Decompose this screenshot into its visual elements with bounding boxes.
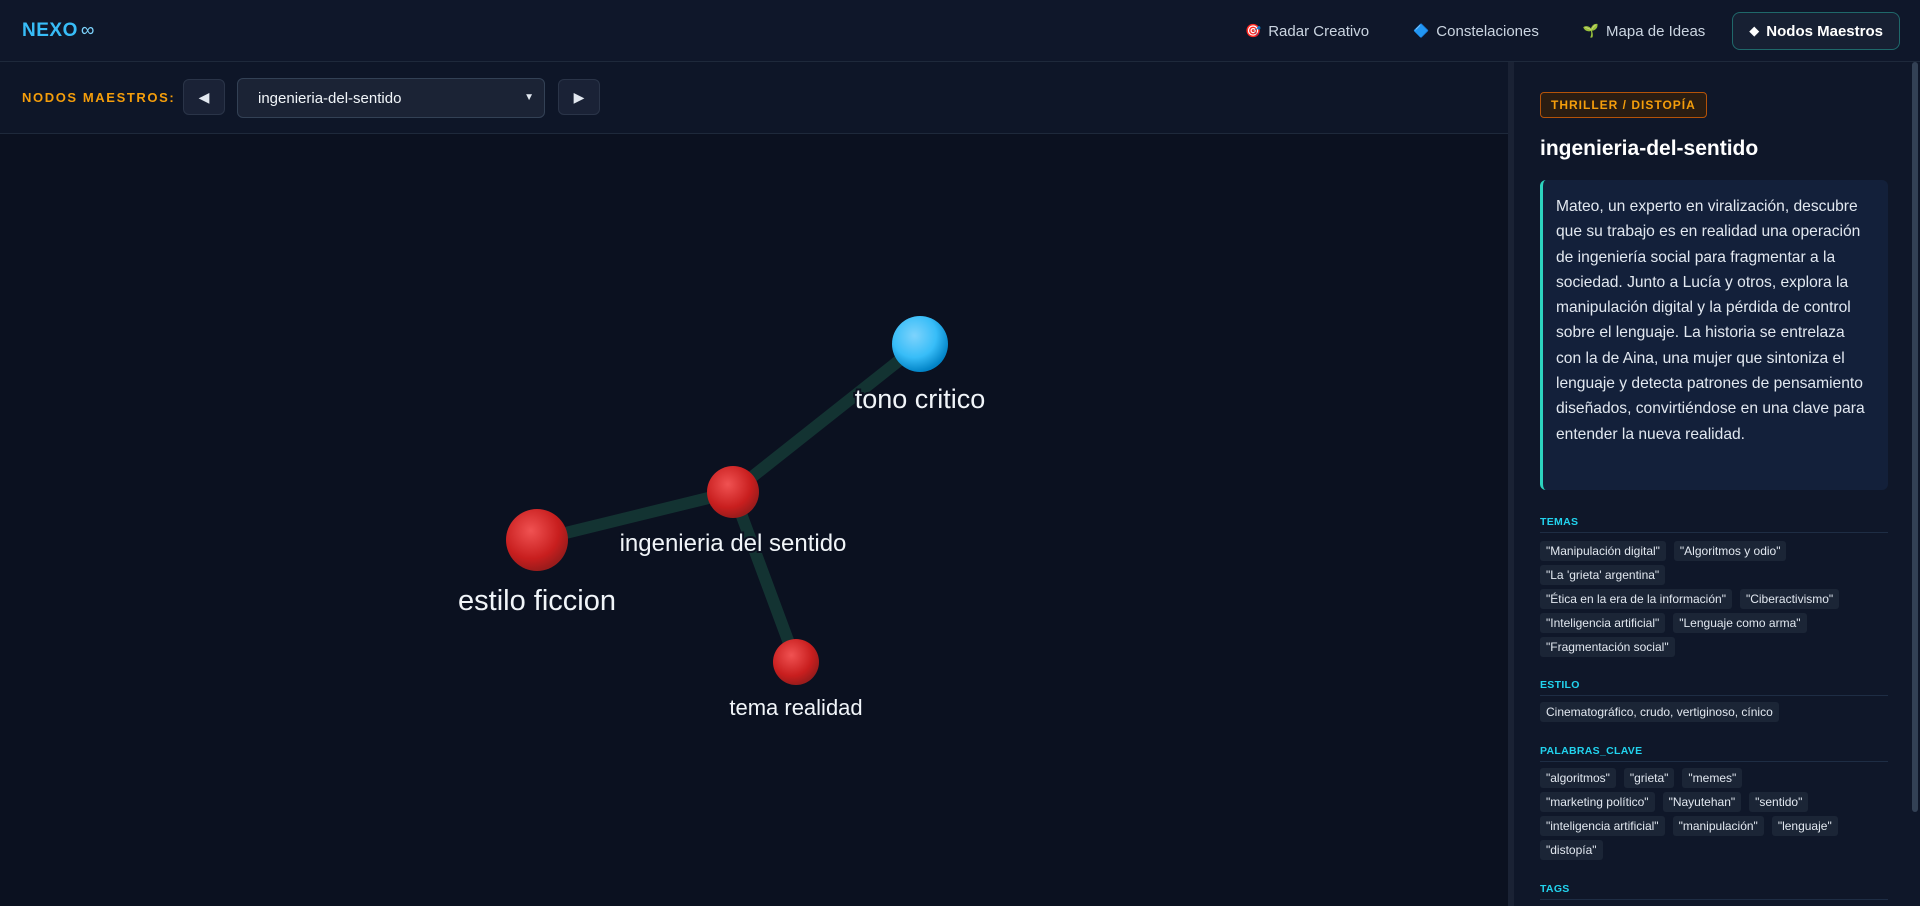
infinity-icon: ∞ xyxy=(80,20,95,41)
tema-chip: "Inteligencia artificial" xyxy=(1540,613,1666,633)
keyword-chip: "Nayutehan" xyxy=(1662,792,1742,812)
node-select-value: ingenieria-del-sentido xyxy=(258,89,402,107)
graph-node-estilo-ficcion[interactable] xyxy=(506,509,568,571)
keyword-chip: "sentido" xyxy=(1749,792,1809,812)
tema-chip: "Lenguaje como arma" xyxy=(1673,613,1807,633)
keyword-chip: "algoritmos" xyxy=(1540,768,1616,788)
chevron-down-icon: ▼ xyxy=(524,92,534,103)
estilo-chip-list: Cinematográfico, crudo, vertiginoso, cín… xyxy=(1540,702,1900,722)
toolbar-label: NODOS MAESTROS: xyxy=(22,90,176,105)
graph-edge xyxy=(727,338,926,498)
section-title-tags: TAGS xyxy=(1540,883,1888,900)
section-title-estilo: ESTILO xyxy=(1540,679,1888,696)
nav-nodos-maestros[interactable]: ◆ Nodos Maestros xyxy=(1732,12,1900,50)
nav-label: Constelaciones xyxy=(1436,22,1539,40)
logo-text: NEXO xyxy=(22,20,78,41)
nav-label: Radar Creativo xyxy=(1268,22,1370,40)
node-title: ingenieria-del-sentido xyxy=(1540,137,1759,160)
nav-label: Mapa de Ideas xyxy=(1606,22,1706,40)
graph-label-estilo-ficcion: estilo ficcion xyxy=(458,585,616,617)
keyword-chip: "marketing político" xyxy=(1540,792,1655,812)
top-navbar: NEXO ∞ 🎯 Radar Creativo 🔷 Constelaciones … xyxy=(0,0,1920,62)
graph-node-tono-critico[interactable] xyxy=(892,316,948,372)
section-title-palabras-clave: PALABRAS_CLAVE xyxy=(1540,745,1888,762)
keyword-chip: "grieta" xyxy=(1623,768,1675,788)
seedling-icon: 🌱 xyxy=(1582,23,1600,38)
genre-badge: THRILLER / DISTOPÍA xyxy=(1540,92,1707,118)
nav-mapa-de-ideas[interactable]: 🌱 Mapa de Ideas xyxy=(1566,12,1722,50)
panel-scrollbar[interactable] xyxy=(1912,62,1918,812)
graph-label-tema-realidad: tema realidad xyxy=(729,695,862,720)
graph-edge xyxy=(727,486,802,668)
diamond-small-icon: ◆ xyxy=(1749,23,1760,38)
app-logo[interactable]: NEXO ∞ xyxy=(22,20,95,42)
next-node-button[interactable]: ▶ xyxy=(558,79,600,115)
keyword-chip: "lenguaje" xyxy=(1771,816,1838,836)
tema-chip: "Ciberactivismo" xyxy=(1739,589,1840,609)
nav-constelaciones[interactable]: 🔷 Constelaciones xyxy=(1396,12,1556,50)
keyword-chip: "memes" xyxy=(1682,768,1743,788)
tema-chip: "La 'grieta' argentina" xyxy=(1540,565,1666,585)
tema-chip: "Fragmentación social" xyxy=(1540,637,1675,657)
graph-label-ingenieria-del-sentido: ingenieria del sentido xyxy=(620,530,847,557)
nav-radar-creativo[interactable]: 🎯 Radar Creativo xyxy=(1228,12,1386,50)
graph-node-ingenieria-del-sentido[interactable] xyxy=(707,466,759,518)
node-synopsis: Mateo, un experto en viralización, descu… xyxy=(1540,180,1888,490)
target-icon: 🎯 xyxy=(1245,23,1262,38)
keyword-chip: "manipulación" xyxy=(1672,816,1764,836)
tema-chip: "Manipulación digital" xyxy=(1540,541,1666,561)
master-nodes-toolbar: NODOS MAESTROS: ◀ ingenieria-del-sentido… xyxy=(0,62,1508,134)
main-nav: 🎯 Radar Creativo 🔷 Constelaciones 🌱 Mapa… xyxy=(1228,12,1900,50)
node-select[interactable]: ingenieria-del-sentido ▼ xyxy=(237,78,545,118)
graph-svg[interactable]: tono critico ingenieria del sentido esti… xyxy=(0,134,1508,906)
palabras-clave-chip-list: "algoritmos" "grieta" "memes" "marketing… xyxy=(1540,768,1900,860)
temas-chip-list: "Manipulación digital" "Algoritmos y odi… xyxy=(1540,541,1900,657)
prev-node-button[interactable]: ◀ xyxy=(183,79,225,115)
node-detail-panel: THRILLER / DISTOPÍA ingenieria-del-senti… xyxy=(1514,62,1920,906)
graph-label-tono-critico: tono critico xyxy=(855,384,986,414)
keyword-chip: "distopía" xyxy=(1540,840,1603,860)
tema-chip: "Algoritmos y odio" xyxy=(1673,541,1787,561)
tema-chip: "Ética en la era de la información" xyxy=(1540,589,1732,609)
graph-canvas[interactable]: tono critico ingenieria del sentido esti… xyxy=(0,134,1508,906)
graph-node-tema-realidad[interactable] xyxy=(773,639,819,685)
section-title-temas: TEMAS xyxy=(1540,516,1888,533)
nav-label: Nodos Maestros xyxy=(1766,22,1883,40)
keyword-chip: "inteligencia artificial" xyxy=(1540,816,1665,836)
diamond-icon: 🔷 xyxy=(1413,23,1430,38)
estilo-chip: Cinematográfico, crudo, vertiginoso, cín… xyxy=(1540,702,1779,722)
